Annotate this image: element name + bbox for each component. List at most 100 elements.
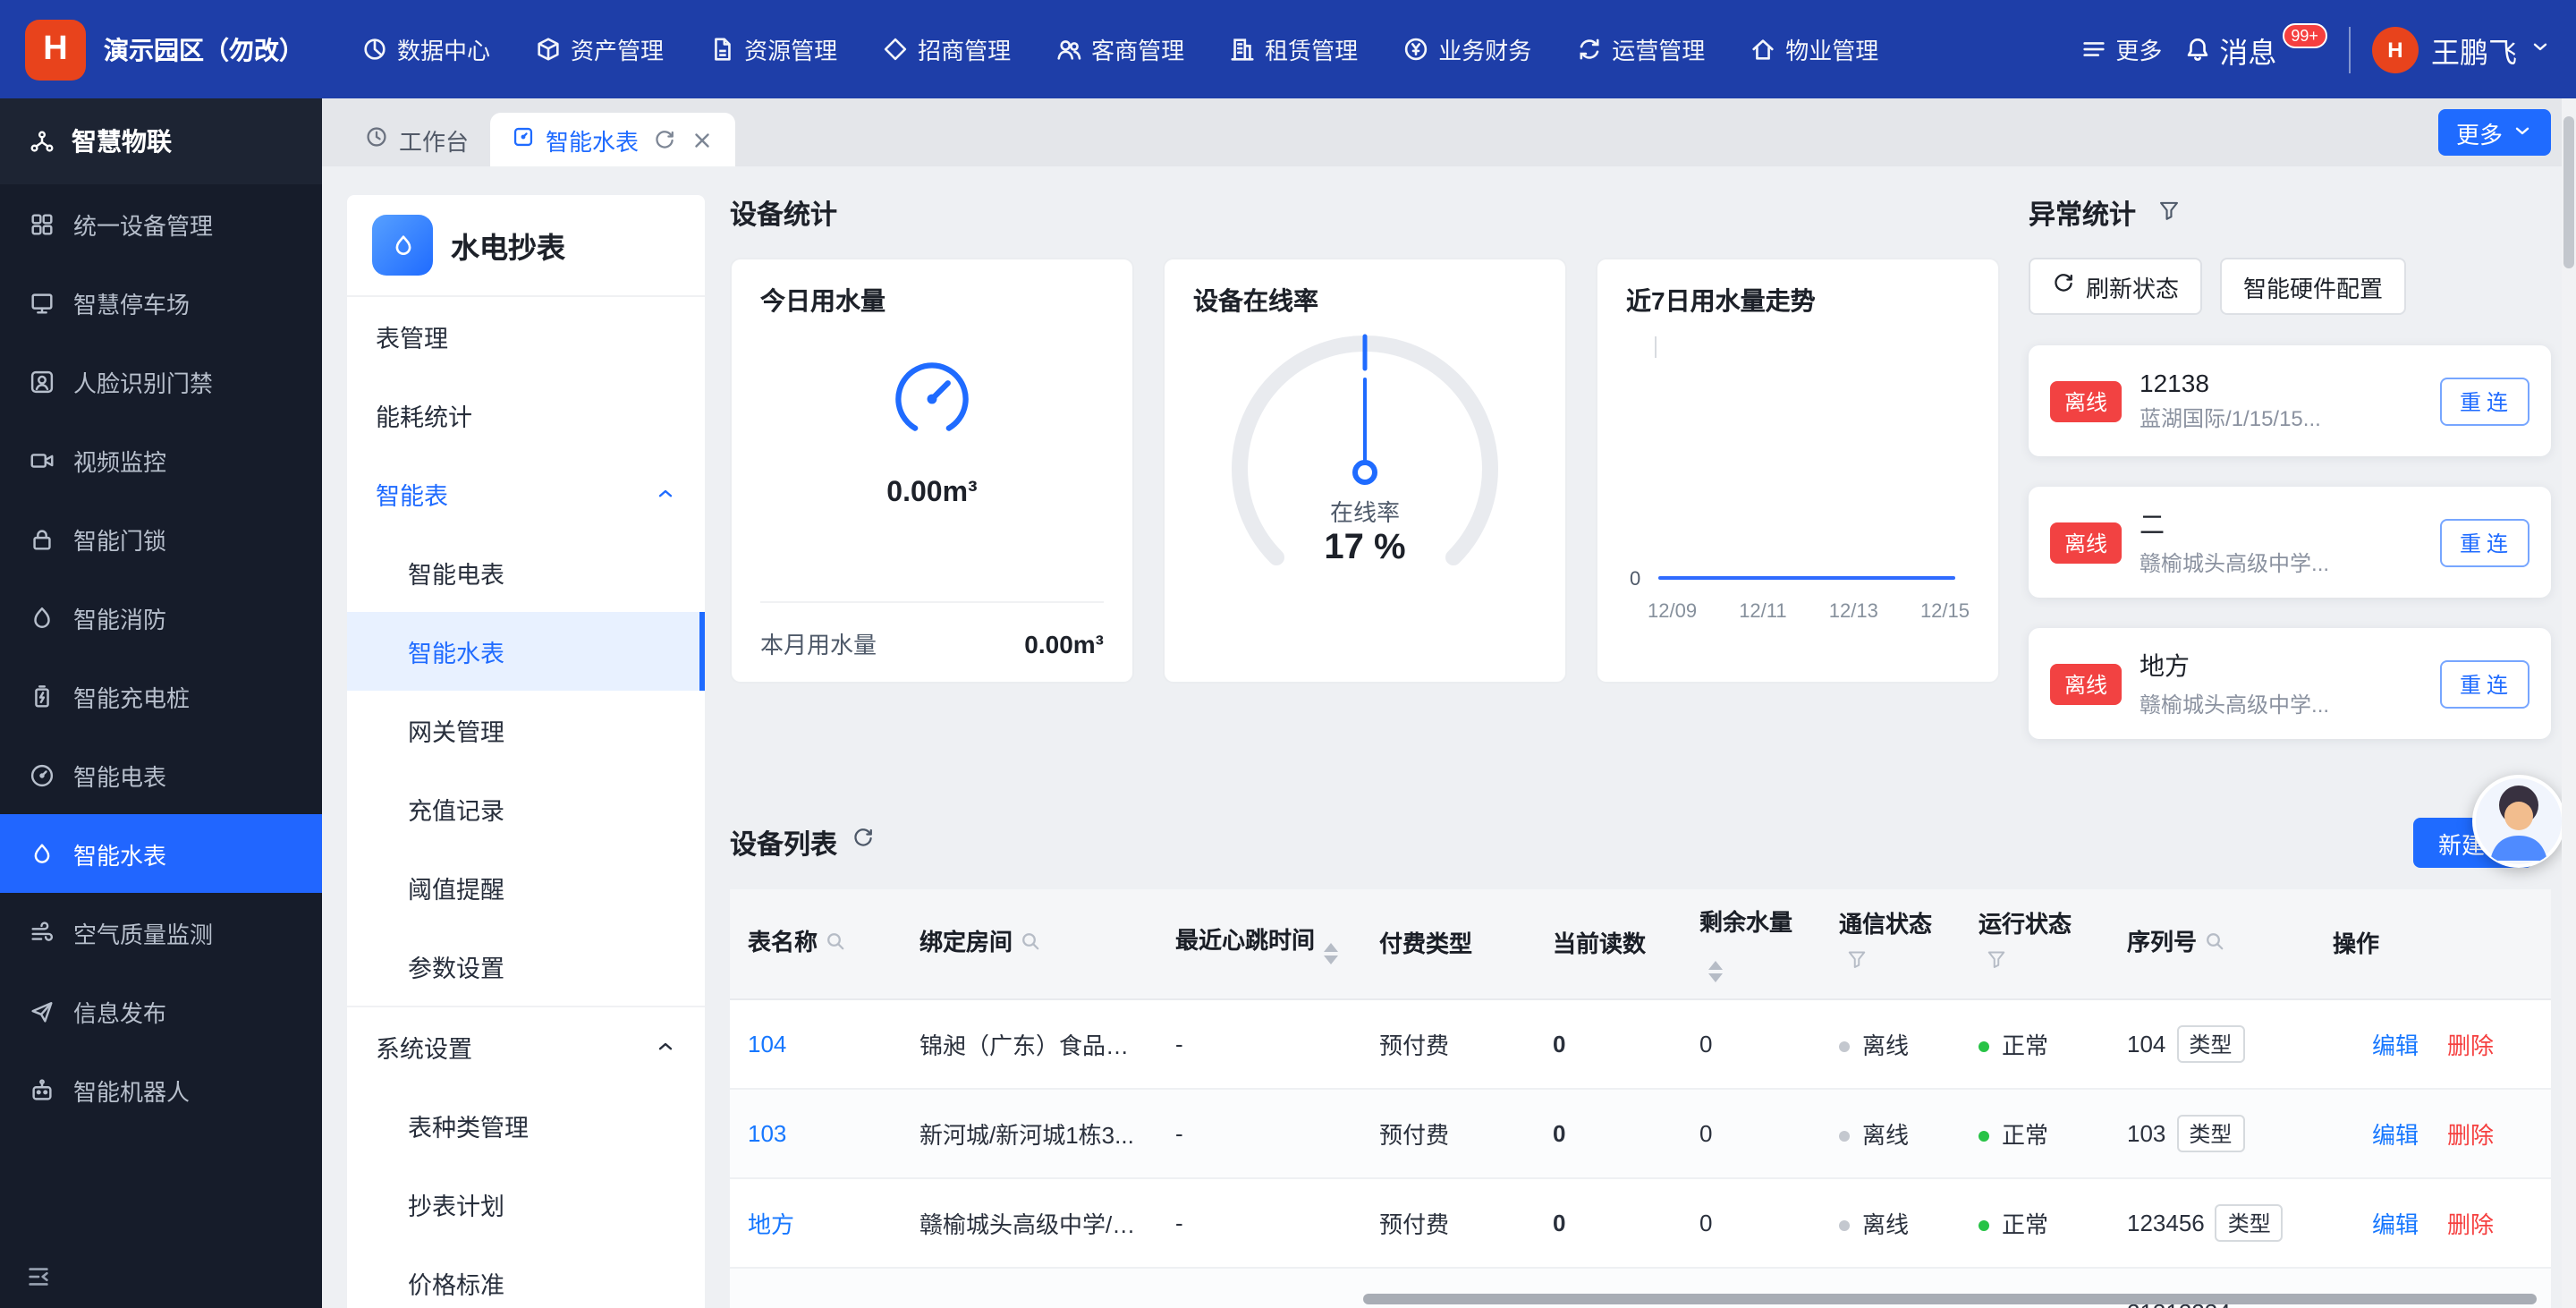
tab-workbench[interactable]: 工作台 — [343, 113, 490, 166]
menu-item-price-standard[interactable]: 价格标准 — [347, 1244, 705, 1308]
refresh-status-button[interactable]: 刷新状态 — [2029, 258, 2202, 315]
nav-data-center[interactable]: 数据中心 — [361, 32, 490, 66]
col-comm-status: 通信状态 — [1821, 889, 1961, 998]
tab-close-icon[interactable] — [691, 128, 714, 151]
menu-item-reading-plan[interactable]: 抄表计划 — [347, 1165, 705, 1244]
tab-refresh-icon[interactable] — [653, 128, 676, 151]
sidebar-item-label: 空气质量监测 — [73, 915, 213, 949]
sidebar-item-air-quality[interactable]: 空气质量监测 — [0, 893, 322, 972]
filter-icon[interactable] — [1986, 945, 2007, 980]
comm-status-label: 离线 — [1862, 1032, 1909, 1058]
nav-merchant-management[interactable]: 客商管理 — [1055, 32, 1184, 66]
sidebar: 智慧物联 统一设备管理 智慧停车场 人脸识别门禁 视频监控 智能门锁 — [0, 98, 322, 1308]
meter-gauge-icon — [29, 761, 55, 788]
search-icon[interactable] — [825, 927, 846, 962]
nav-lease-management[interactable]: 租赁管理 — [1229, 32, 1358, 66]
sidebar-item-fire[interactable]: 智能消防 — [0, 578, 322, 657]
menu-item-label: 参数设置 — [408, 948, 504, 984]
sidebar-collapse-button[interactable] — [25, 1263, 52, 1290]
abnormal-card: 离线 地方 赣榆城头高级中学... 重连 — [2029, 628, 2551, 739]
assistant-avatar[interactable] — [2472, 775, 2565, 868]
col-label: 通信状态 — [1839, 912, 1932, 939]
menu-item-energy-stats[interactable]: 能耗统计 — [347, 376, 705, 454]
remaining-cell: 0 — [1682, 1177, 1821, 1267]
sidebar-item-electric-meter[interactable]: 智能电表 — [0, 735, 322, 814]
filter-icon[interactable] — [2157, 198, 2181, 230]
meter-name-link[interactable]: 103 — [748, 1119, 786, 1146]
menu-item-gateway-management[interactable]: 网关管理 — [347, 691, 705, 769]
module-menu-panel: 水电抄表 表管理 能耗统计 智能表 智能电表 — [347, 195, 705, 1308]
menu-item-smart-electric-meter[interactable]: 智能电表 — [347, 533, 705, 612]
sidebar-item-door-lock[interactable]: 智能门锁 — [0, 499, 322, 578]
sort-icon[interactable] — [1324, 943, 1338, 964]
nav-asset-management[interactable]: 资产管理 — [535, 32, 664, 66]
menu-item-meter-management[interactable]: 表管理 — [347, 297, 705, 376]
sidebar-title: 智慧物联 — [0, 98, 322, 184]
pay-type-cell: 预付费 — [1361, 1088, 1535, 1177]
type-tag: 类型 — [2176, 1114, 2244, 1151]
nav-more[interactable]: 更多 — [2080, 32, 2162, 66]
edit-link[interactable]: 编辑 — [2372, 1032, 2419, 1058]
sidebar-item-info-publish[interactable]: 信息发布 — [0, 972, 322, 1050]
nav-property-management[interactable]: 物业管理 — [1750, 32, 1878, 66]
horizontal-scrollbar-thumb[interactable] — [1363, 1294, 2537, 1304]
sidebar-item-robot[interactable]: 智能机器人 — [0, 1050, 322, 1129]
sidebar-item-face-access[interactable]: 人脸识别门禁 — [0, 342, 322, 420]
user-menu[interactable]: H 王鹏飞 — [2349, 26, 2551, 72]
sidebar-item-video-monitor[interactable]: 视频监控 — [0, 420, 322, 499]
nav-business-finance[interactable]: 业务财务 — [1402, 32, 1531, 66]
reconnect-button[interactable]: 重连 — [2440, 518, 2529, 566]
tab-label: 工作台 — [399, 123, 469, 157]
lock-icon — [29, 525, 55, 552]
vertical-scrollbar-track — [2562, 98, 2576, 1308]
meter-name-link[interactable]: 104 — [748, 1030, 786, 1057]
nav-investment-management[interactable]: 招商管理 — [882, 32, 1011, 66]
reconnect-button[interactable]: 重连 — [2440, 659, 2529, 708]
filter-icon[interactable] — [1846, 945, 1868, 980]
refresh-icon[interactable] — [852, 827, 875, 859]
menu-item-smart-water-meter[interactable]: 智能水表 — [347, 612, 705, 691]
remaining-cell: 0 — [1682, 998, 1821, 1088]
reading-cell: 0 — [1535, 1177, 1682, 1267]
hardware-config-button[interactable]: 智能硬件配置 — [2220, 258, 2406, 315]
menu-group-system-settings[interactable]: 系统设置 — [347, 1006, 705, 1086]
reconnect-button[interactable]: 重连 — [2440, 377, 2529, 425]
x-label: 12/11 — [1739, 601, 1786, 623]
card-title: 设备在线率 — [1193, 283, 1537, 319]
delete-link[interactable]: 删除 — [2447, 1121, 2494, 1148]
edit-link[interactable]: 编辑 — [2372, 1210, 2419, 1237]
device-location: 赣榆城头高级中学... — [2140, 548, 2422, 578]
nav-resource-management[interactable]: 资源管理 — [708, 32, 837, 66]
sidebar-item-charging-pile[interactable]: 智能充电桩 — [0, 657, 322, 735]
refresh-status-label: 刷新状态 — [2086, 269, 2179, 303]
search-icon[interactable] — [1020, 927, 1041, 962]
menu-item-meter-type-management[interactable]: 表种类管理 — [347, 1086, 705, 1165]
col-label: 表名称 — [748, 929, 818, 956]
status-badge: 离线 — [2050, 522, 2122, 563]
menu-item-label: 智能电表 — [408, 555, 504, 590]
sidebar-item-label: 智能水表 — [73, 837, 166, 871]
sort-icon[interactable] — [1708, 960, 1723, 981]
nav-operation-management[interactable]: 运营管理 — [1576, 32, 1705, 66]
menu-item-recharge-records[interactable]: 充值记录 — [347, 769, 705, 848]
tab-smart-water-meter[interactable]: 智能水表 — [490, 113, 735, 166]
delete-link[interactable]: 删除 — [2447, 1210, 2494, 1237]
sidebar-item-water-meter[interactable]: 智能水表 — [0, 814, 322, 893]
menu-item-threshold-alerts[interactable]: 阈值提醒 — [347, 848, 705, 927]
app-body: 智慧物联 统一设备管理 智慧停车场 人脸识别门禁 视频监控 智能门锁 — [0, 98, 2576, 1308]
delete-link[interactable]: 删除 — [2447, 1032, 2494, 1058]
sidebar-item-parking[interactable]: 智慧停车场 — [0, 263, 322, 342]
vertical-scrollbar-thumb[interactable] — [2563, 116, 2574, 268]
menu-item-parameter-settings[interactable]: 参数设置 — [347, 927, 705, 1006]
messages-button[interactable]: 消息 99+ — [2183, 28, 2327, 71]
meter-name-link[interactable]: 地方 — [748, 1210, 794, 1237]
status-badge: 离线 — [2050, 663, 2122, 704]
brand-logo[interactable]: H — [25, 19, 86, 80]
sidebar-item-device-management[interactable]: 统一设备管理 — [0, 184, 322, 263]
menu-group-smart-meter[interactable]: 智能表 — [347, 454, 705, 533]
trend-flat-line — [1658, 576, 1955, 580]
search-icon[interactable] — [2204, 927, 2225, 962]
tabbar-more-button[interactable]: 更多 — [2438, 109, 2551, 156]
actions-cell: 编辑 删除 — [2315, 1088, 2551, 1177]
edit-link[interactable]: 编辑 — [2372, 1121, 2419, 1148]
